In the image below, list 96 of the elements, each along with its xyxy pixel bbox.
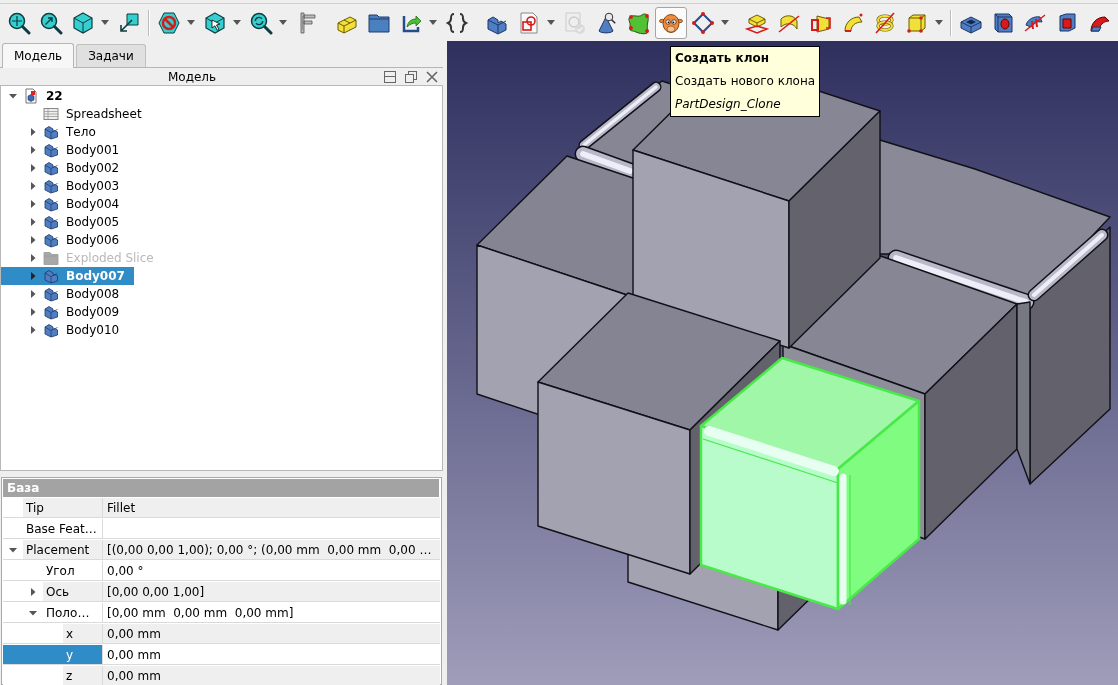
property-name: z: [63, 666, 102, 685]
property-row[interactable]: y 0,00 mm: [3, 645, 440, 665]
tree-item[interactable]: Body009: [1, 303, 129, 321]
expand-arrow-icon[interactable]: [29, 290, 37, 298]
property-value: Fillet: [102, 498, 440, 517]
l-block-icon: [43, 214, 59, 230]
sketch-icon: [517, 10, 541, 35]
hole-icon: [991, 10, 1015, 35]
property-name: Tip: [23, 498, 102, 517]
l-block-icon: [43, 304, 59, 320]
property-row[interactable]: Tip Fillet: [3, 498, 440, 518]
magnifier-arrow-icon: [39, 10, 63, 35]
no-entry-icon: [157, 10, 181, 35]
window-icon[interactable]: [384, 70, 396, 83]
arrow-square-icon: [117, 10, 141, 35]
document-icon: [23, 88, 39, 104]
helix-icon: [873, 10, 897, 35]
l-block-icon: [43, 322, 59, 338]
tooltip-text: Создать нового клона: [675, 73, 816, 90]
caret-icon: [721, 20, 729, 25]
blob-icon: [627, 10, 651, 35]
command-name: PartDesign_Clone: [675, 96, 782, 113]
magnifier-crosshair-icon: [7, 10, 31, 35]
caret-icon: [279, 20, 287, 25]
folder-icon: [43, 250, 59, 266]
close-icon[interactable]: [426, 70, 438, 83]
expand-arrow-icon[interactable]: [29, 308, 37, 316]
tree-item[interactable]: Тело: [1, 123, 105, 141]
expand-arrow-icon[interactable]: [29, 218, 37, 226]
l-block-icon: [43, 124, 59, 140]
property-row[interactable]: z 0,00 mm: [3, 666, 440, 685]
tree-item[interactable]: Body002: [1, 159, 129, 177]
caret-icon: [101, 20, 109, 25]
tab[interactable]: Модель: [2, 43, 75, 68]
property-row[interactable]: x 0,00 mm: [3, 624, 440, 644]
caret-icon: [233, 20, 241, 25]
tree-item[interactable]: Body001: [1, 141, 129, 159]
check-page-icon: [563, 10, 587, 35]
l-block-icon: [43, 178, 59, 194]
table-icon: [43, 106, 59, 122]
tree-item[interactable]: 22: [1, 87, 72, 105]
expand-arrow-icon[interactable]: [29, 182, 37, 190]
property-name: y: [65, 646, 75, 664]
property-row[interactable]: Placement [(0,00 0,00 1,00); 0,00 °; (0,00 mm 0,00 mm 0,00 …: [3, 540, 440, 560]
l-block-icon: [43, 286, 59, 302]
expand-arrow-icon[interactable]: [29, 164, 37, 172]
collapse-arrow-icon[interactable]: [9, 545, 17, 554]
magnifier-refresh-icon: [249, 10, 273, 35]
property-name: Ось: [43, 582, 102, 601]
expand-arrow-icon[interactable]: [29, 146, 37, 154]
tree-item[interactable]: Body007: [1, 267, 134, 285]
tab[interactable]: Задачи: [76, 44, 146, 67]
tree-item[interactable]: Spreadsheet: [1, 105, 151, 123]
group-header: База: [3, 479, 439, 497]
property-value: [(0,00 0,00 1,00); 0,00 °; (0,00 mm 0,00 mm 0,00 …: [102, 540, 440, 559]
caret-icon: [547, 20, 555, 25]
expand-arrow-icon[interactable]: [29, 326, 37, 334]
tree-item[interactable]: Body003: [1, 177, 129, 195]
collapse-arrow-icon[interactable]: [29, 608, 37, 617]
restore-icon[interactable]: [405, 70, 417, 83]
l-block-icon: [43, 268, 59, 284]
caret-icon: [187, 20, 195, 25]
cube-icon: [71, 10, 95, 35]
expand-arrow-icon[interactable]: [29, 200, 37, 208]
tree-item[interactable]: Body008: [1, 285, 129, 303]
expand-arrow-icon[interactable]: [29, 128, 37, 136]
l-block-icon: [43, 142, 59, 158]
braces-icon: [445, 10, 469, 35]
property-name: x: [63, 624, 102, 643]
tooltip-title: Создать клон: [675, 50, 770, 67]
expand-arrow-icon[interactable]: [29, 236, 37, 244]
property-name: Placement: [23, 540, 102, 559]
l-block-icon: [43, 196, 59, 212]
property-value: [0,00 0,00 1,00]: [102, 582, 440, 601]
panel-title: Модель: [166, 68, 218, 86]
tree-item[interactable]: Body005: [1, 213, 129, 231]
expand-arrow-icon[interactable]: [29, 587, 37, 596]
l-block-icon: [43, 232, 59, 248]
expand-arrow-icon[interactable]: [29, 254, 37, 262]
property-row[interactable]: Поло… [0,00 mm 0,00 mm 0,00 mm]: [3, 603, 440, 623]
l-block-icon: [43, 160, 59, 176]
toolbar-button[interactable]: [655, 6, 687, 39]
tree-item[interactable]: Body006: [1, 231, 129, 249]
property-row[interactable]: Ось [0,00 0,00 1,00]: [3, 582, 440, 602]
caret-icon: [429, 20, 437, 25]
3d-view[interactable]: Создать клон Создать нового клона PartDesign_Clone: [447, 41, 1118, 685]
tree-item[interactable]: Body004: [1, 195, 129, 213]
expand-arrow-icon[interactable]: [29, 272, 37, 280]
diamond-icon: [691, 10, 715, 35]
cube-cursor-icon: [203, 10, 227, 35]
collapse-arrow-icon[interactable]: [9, 92, 17, 100]
property-row[interactable]: Угол 0,00 °: [3, 561, 440, 581]
property-value: 0,00 mm: [102, 624, 440, 643]
caret-icon: [935, 20, 943, 25]
property-value: 0,00 mm: [102, 666, 440, 685]
tree-item[interactable]: Body010: [1, 321, 129, 339]
